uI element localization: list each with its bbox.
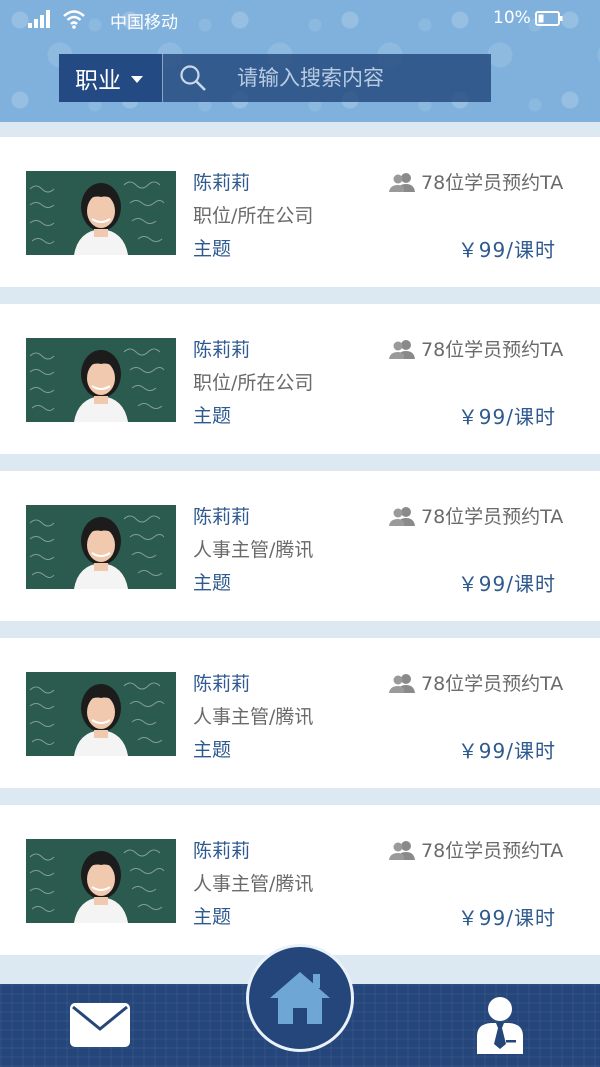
mentor-card[interactable]: 陈莉莉 人事主管/腾讯 主题 78位学员预约TA ￥99/课时: [0, 638, 600, 788]
mentor-photo: [26, 672, 176, 756]
mentor-topic: 主题: [193, 739, 232, 761]
search-input[interactable]: [237, 66, 457, 90]
people-icon: [389, 673, 415, 693]
people-icon: [389, 172, 415, 192]
booking-count: 78位学员预约TA: [389, 669, 563, 696]
mail-icon[interactable]: [69, 1002, 131, 1048]
mentor-price: ￥99/课时: [457, 405, 556, 429]
mentor-price: ￥99/课时: [457, 238, 556, 262]
mentor-card[interactable]: 陈莉莉 职位/所在公司 主题 78位学员预约TA ￥99/课时: [0, 304, 600, 454]
chevron-down-icon: [131, 75, 143, 83]
battery-icon: [535, 11, 563, 26]
mentor-company: 人事主管/腾讯: [193, 706, 314, 728]
mentor-name: 陈莉莉: [193, 172, 251, 194]
booking-count-text: 78位学员预约TA: [421, 506, 564, 528]
people-icon: [389, 339, 415, 359]
profile-icon[interactable]: [475, 996, 525, 1054]
home-button[interactable]: [246, 944, 354, 1052]
app-header: 中国移动 10% 职业: [0, 0, 600, 122]
booking-count-text: 78位学员预约TA: [421, 339, 564, 361]
category-dropdown[interactable]: 职业: [59, 54, 163, 102]
people-icon: [389, 840, 415, 860]
people-icon: [389, 506, 415, 526]
mentor-photo: [26, 171, 176, 255]
signal-icon: [28, 10, 50, 28]
booking-count: 78位学员预约TA: [389, 502, 563, 529]
mentor-name: 陈莉莉: [193, 506, 251, 528]
mentor-company: 职位/所在公司: [193, 372, 314, 394]
mentor-name: 陈莉莉: [193, 840, 251, 862]
booking-count-text: 78位学员预约TA: [421, 673, 564, 695]
mentor-name: 陈莉莉: [193, 339, 251, 361]
mentor-topic: 主题: [193, 405, 232, 427]
battery-percent: 10%: [493, 8, 531, 28]
mentor-topic: 主题: [193, 572, 232, 594]
home-icon: [270, 972, 330, 1024]
category-label: 职业: [75, 68, 121, 94]
mentor-photo: [26, 505, 176, 589]
status-bar: 中国移动 10%: [0, 0, 600, 38]
search-icon[interactable]: [179, 64, 207, 92]
mentor-photo: [26, 338, 176, 422]
mentor-card[interactable]: 陈莉莉 职位/所在公司 主题 78位学员预约TA ￥99/课时: [0, 137, 600, 287]
booking-count-text: 78位学员预约TA: [421, 840, 564, 862]
mentor-name: 陈莉莉: [193, 673, 251, 695]
wifi-icon: [63, 10, 85, 29]
mentor-company: 人事主管/腾讯: [193, 873, 314, 895]
search-field[interactable]: [163, 54, 491, 102]
mentor-topic: 主题: [193, 238, 232, 260]
mentor-company: 人事主管/腾讯: [193, 539, 314, 561]
mentor-company: 职位/所在公司: [193, 205, 314, 227]
mentor-price: ￥99/课时: [457, 572, 556, 596]
booking-count: 78位学员预约TA: [389, 335, 563, 362]
booking-count-text: 78位学员预约TA: [421, 172, 564, 194]
mentor-topic: 主题: [193, 906, 232, 928]
search-bar: 职业: [59, 54, 491, 102]
mentor-price: ￥99/课时: [457, 906, 556, 930]
mentor-card[interactable]: 陈莉莉 人事主管/腾讯 主题 78位学员预约TA ￥99/课时: [0, 805, 600, 955]
mentor-card[interactable]: 陈莉莉 人事主管/腾讯 主题 78位学员预约TA ￥99/课时: [0, 471, 600, 621]
mentor-photo: [26, 839, 176, 923]
carrier-name: 中国移动: [110, 13, 178, 33]
mentor-price: ￥99/课时: [457, 739, 556, 763]
booking-count: 78位学员预约TA: [389, 168, 563, 195]
booking-count: 78位学员预约TA: [389, 836, 563, 863]
